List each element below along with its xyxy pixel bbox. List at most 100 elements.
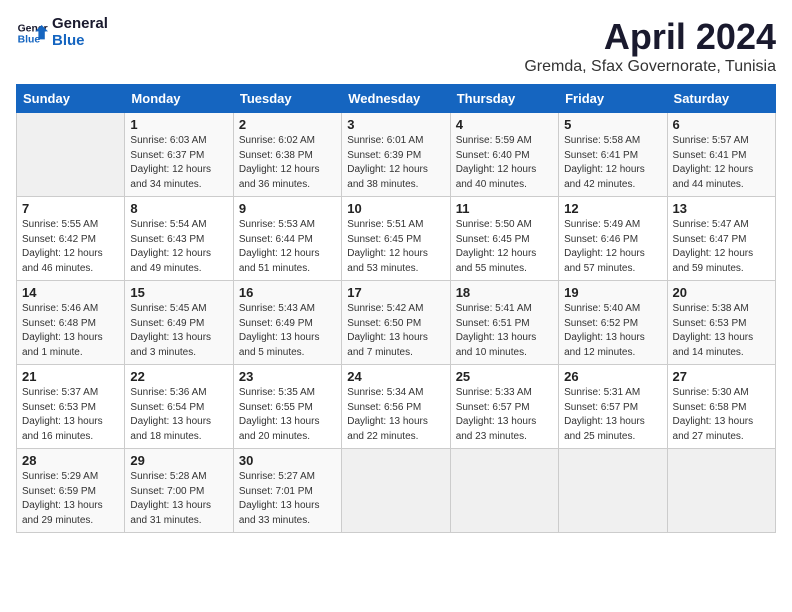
day-number: 8 bbox=[130, 201, 227, 216]
day-number: 6 bbox=[673, 117, 770, 132]
calendar-week-2: 7 Sunrise: 5:55 AM Sunset: 6:42 PM Daylig… bbox=[17, 197, 776, 281]
day-info: Sunrise: 5:43 AM Sunset: 6:49 PM Dayligh… bbox=[239, 302, 336, 360]
day-number: 14 bbox=[22, 285, 119, 300]
day-info: Sunrise: 5:35 AM Sunset: 6:55 PM Dayligh… bbox=[239, 386, 336, 444]
logo: General Blue General Blue bbox=[16, 16, 108, 49]
day-info: Sunrise: 5:46 AM Sunset: 6:48 PM Dayligh… bbox=[22, 302, 119, 360]
day-number: 3 bbox=[347, 117, 444, 132]
day-info: Sunrise: 5:54 AM Sunset: 6:43 PM Dayligh… bbox=[130, 218, 227, 276]
calendar-cell: 20 Sunrise: 5:38 AM Sunset: 6:53 PM Dayli… bbox=[667, 281, 775, 365]
calendar-week-1: 1 Sunrise: 6:03 AM Sunset: 6:37 PM Daylig… bbox=[17, 113, 776, 197]
day-number: 26 bbox=[564, 369, 661, 384]
day-info: Sunrise: 5:34 AM Sunset: 6:56 PM Dayligh… bbox=[347, 386, 444, 444]
calendar-cell bbox=[667, 449, 775, 533]
month-title: April 2024 bbox=[524, 16, 776, 58]
day-number: 27 bbox=[673, 369, 770, 384]
calendar-cell: 17Sunrise: 5:42 AM Sunset: 6:50 PM Dayli… bbox=[342, 281, 450, 365]
calendar-week-5: 28 Sunrise: 5:29 AM Sunset: 6:59 PM Dayli… bbox=[17, 449, 776, 533]
day-info: Sunrise: 5:33 AM Sunset: 6:57 PM Dayligh… bbox=[456, 386, 553, 444]
calendar-cell: 26 Sunrise: 5:31 AM Sunset: 6:57 PM Dayli… bbox=[559, 365, 667, 449]
day-number: 24 bbox=[347, 369, 444, 384]
calendar-cell: 6 Sunrise: 5:57 AM Sunset: 6:41 PM Daylig… bbox=[667, 113, 775, 197]
calendar-cell: 22 Sunrise: 5:36 AM Sunset: 6:54 PM Dayli… bbox=[125, 365, 233, 449]
weekday-header-tuesday: Tuesday bbox=[233, 85, 341, 113]
location-subtitle: Gremda, Sfax Governorate, Tunisia bbox=[524, 58, 776, 76]
calendar-cell: 16Sunrise: 5:43 AM Sunset: 6:49 PM Dayli… bbox=[233, 281, 341, 365]
day-info: Sunrise: 5:47 AM Sunset: 6:47 PM Dayligh… bbox=[673, 218, 770, 276]
day-info: Sunrise: 5:37 AM Sunset: 6:53 PM Dayligh… bbox=[22, 386, 119, 444]
weekday-row: SundayMondayTuesdayWednesdayThursdayFrid… bbox=[17, 85, 776, 113]
calendar-cell: 9 Sunrise: 5:53 AM Sunset: 6:44 PM Daylig… bbox=[233, 197, 341, 281]
weekday-header-monday: Monday bbox=[125, 85, 233, 113]
svg-text:Blue: Blue bbox=[18, 34, 41, 45]
day-info: Sunrise: 5:36 AM Sunset: 6:54 PM Dayligh… bbox=[130, 386, 227, 444]
calendar-cell: 8 Sunrise: 5:54 AM Sunset: 6:43 PM Daylig… bbox=[125, 197, 233, 281]
calendar-cell: 12Sunrise: 5:49 AM Sunset: 6:46 PM Dayli… bbox=[559, 197, 667, 281]
day-number: 15 bbox=[130, 285, 227, 300]
calendar-cell: 11Sunrise: 5:50 AM Sunset: 6:45 PM Dayli… bbox=[450, 197, 558, 281]
day-info: Sunrise: 5:51 AM Sunset: 6:45 PM Dayligh… bbox=[347, 218, 444, 276]
day-info: Sunrise: 5:38 AM Sunset: 6:53 PM Dayligh… bbox=[673, 302, 770, 360]
day-info: Sunrise: 5:55 AM Sunset: 6:42 PM Dayligh… bbox=[22, 218, 119, 276]
day-info: Sunrise: 5:29 AM Sunset: 6:59 PM Dayligh… bbox=[22, 470, 119, 528]
day-number: 25 bbox=[456, 369, 553, 384]
day-number: 29 bbox=[130, 453, 227, 468]
weekday-header-wednesday: Wednesday bbox=[342, 85, 450, 113]
day-number: 20 bbox=[673, 285, 770, 300]
day-number: 30 bbox=[239, 453, 336, 468]
calendar-cell: 29 Sunrise: 5:28 AM Sunset: 7:00 PM Dayli… bbox=[125, 449, 233, 533]
day-info: Sunrise: 5:59 AM Sunset: 6:40 PM Dayligh… bbox=[456, 134, 553, 192]
calendar-body: 1 Sunrise: 6:03 AM Sunset: 6:37 PM Daylig… bbox=[17, 113, 776, 533]
logo-icon: General Blue bbox=[16, 17, 48, 49]
calendar-cell: 14 Sunrise: 5:46 AM Sunset: 6:48 PM Dayli… bbox=[17, 281, 125, 365]
calendar-cell bbox=[559, 449, 667, 533]
calendar-cell: 28 Sunrise: 5:29 AM Sunset: 6:59 PM Dayli… bbox=[17, 449, 125, 533]
day-number: 18 bbox=[456, 285, 553, 300]
weekday-header-saturday: Saturday bbox=[667, 85, 775, 113]
day-number: 17 bbox=[347, 285, 444, 300]
day-info: Sunrise: 5:30 AM Sunset: 6:58 PM Dayligh… bbox=[673, 386, 770, 444]
calendar-cell: 2 Sunrise: 6:02 AM Sunset: 6:38 PM Daylig… bbox=[233, 113, 341, 197]
calendar-week-3: 14 Sunrise: 5:46 AM Sunset: 6:48 PM Dayli… bbox=[17, 281, 776, 365]
calendar-cell: 7 Sunrise: 5:55 AM Sunset: 6:42 PM Daylig… bbox=[17, 197, 125, 281]
day-info: Sunrise: 5:41 AM Sunset: 6:51 PM Dayligh… bbox=[456, 302, 553, 360]
day-info: Sunrise: 6:01 AM Sunset: 6:39 PM Dayligh… bbox=[347, 134, 444, 192]
day-info: Sunrise: 5:57 AM Sunset: 6:41 PM Dayligh… bbox=[673, 134, 770, 192]
day-info: Sunrise: 5:45 AM Sunset: 6:49 PM Dayligh… bbox=[130, 302, 227, 360]
day-info: Sunrise: 5:31 AM Sunset: 6:57 PM Dayligh… bbox=[564, 386, 661, 444]
day-number: 1 bbox=[130, 117, 227, 132]
calendar-cell: 24 Sunrise: 5:34 AM Sunset: 6:56 PM Dayli… bbox=[342, 365, 450, 449]
day-info: Sunrise: 5:28 AM Sunset: 7:00 PM Dayligh… bbox=[130, 470, 227, 528]
calendar-cell: 23Sunrise: 5:35 AM Sunset: 6:55 PM Dayli… bbox=[233, 365, 341, 449]
calendar-cell: 18 Sunrise: 5:41 AM Sunset: 6:51 PM Dayli… bbox=[450, 281, 558, 365]
day-info: Sunrise: 6:02 AM Sunset: 6:38 PM Dayligh… bbox=[239, 134, 336, 192]
day-number: 9 bbox=[239, 201, 336, 216]
logo-text-general: General bbox=[52, 16, 108, 33]
calendar-cell: 13 Sunrise: 5:47 AM Sunset: 6:47 PM Dayli… bbox=[667, 197, 775, 281]
day-number: 5 bbox=[564, 117, 661, 132]
day-number: 28 bbox=[22, 453, 119, 468]
calendar-cell bbox=[342, 449, 450, 533]
day-number: 13 bbox=[673, 201, 770, 216]
calendar-cell: 5 Sunrise: 5:58 AM Sunset: 6:41 PM Daylig… bbox=[559, 113, 667, 197]
day-info: Sunrise: 5:50 AM Sunset: 6:45 PM Dayligh… bbox=[456, 218, 553, 276]
day-number: 19 bbox=[564, 285, 661, 300]
page-header: General Blue General Blue April 2024 Gre… bbox=[16, 16, 776, 76]
calendar-cell: 10Sunrise: 5:51 AM Sunset: 6:45 PM Dayli… bbox=[342, 197, 450, 281]
day-number: 21 bbox=[22, 369, 119, 384]
weekday-header-sunday: Sunday bbox=[17, 85, 125, 113]
day-number: 2 bbox=[239, 117, 336, 132]
calendar-cell: 25 Sunrise: 5:33 AM Sunset: 6:57 PM Dayli… bbox=[450, 365, 558, 449]
calendar-cell: 30 Sunrise: 5:27 AM Sunset: 7:01 PM Dayli… bbox=[233, 449, 341, 533]
day-number: 7 bbox=[22, 201, 119, 216]
day-info: Sunrise: 5:27 AM Sunset: 7:01 PM Dayligh… bbox=[239, 470, 336, 528]
calendar-cell bbox=[450, 449, 558, 533]
day-number: 22 bbox=[130, 369, 227, 384]
calendar-cell: 19Sunrise: 5:40 AM Sunset: 6:52 PM Dayli… bbox=[559, 281, 667, 365]
day-info: Sunrise: 6:03 AM Sunset: 6:37 PM Dayligh… bbox=[130, 134, 227, 192]
logo-text-blue: Blue bbox=[52, 33, 108, 50]
calendar-cell: 15 Sunrise: 5:45 AM Sunset: 6:49 PM Dayli… bbox=[125, 281, 233, 365]
day-info: Sunrise: 5:58 AM Sunset: 6:41 PM Dayligh… bbox=[564, 134, 661, 192]
day-info: Sunrise: 5:53 AM Sunset: 6:44 PM Dayligh… bbox=[239, 218, 336, 276]
calendar-cell bbox=[17, 113, 125, 197]
